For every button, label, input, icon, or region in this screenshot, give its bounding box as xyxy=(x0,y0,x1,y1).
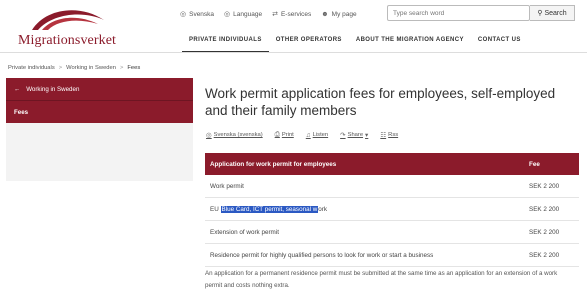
globe-icon: ◎ xyxy=(206,132,212,139)
breadcrumb: Private individuals > Working in Sweden … xyxy=(8,65,140,71)
fee-table-header-application: Application for work permit for employee… xyxy=(205,153,524,175)
utility-link-e-services[interactable]: ⇄ E-services xyxy=(272,10,311,19)
migrationsverket-logo[interactable]: Migrationsverket xyxy=(10,6,160,50)
caret-down-icon: ▾ xyxy=(365,132,369,139)
globe-icon: ◎ xyxy=(180,11,187,18)
globe-icon: ◎ xyxy=(224,11,231,18)
breadcrumb-working-in-sweden[interactable]: Working in Sweden xyxy=(66,65,116,71)
share-bar-print[interactable]: ⎙ Print xyxy=(275,131,294,139)
fee-table-cell-fee: SEK 2 200 xyxy=(524,243,579,267)
utility-link-language[interactable]: ◎ Language xyxy=(224,10,262,19)
breadcrumb-private-individuals[interactable]: Private individuals xyxy=(8,65,55,71)
rss-icon: ☷ xyxy=(380,132,387,139)
search-input[interactable] xyxy=(387,5,530,21)
fee-table-cell-application: Extension of work permit xyxy=(205,220,524,244)
nav-about-migration-agency[interactable]: ABOUT THE MIGRATION AGENCY xyxy=(349,37,471,53)
share-bar: ◎ Svenska (svenska) ⎙ Print ♫ Listen ↷ S… xyxy=(206,131,398,139)
fee-table-cell-fee: SEK 2 200 xyxy=(524,197,579,221)
side-nav-background xyxy=(6,123,193,181)
fee-table-header-fee: Fee xyxy=(524,153,579,175)
fee-table-cell-fee: SEK 2 200 xyxy=(524,220,579,244)
utility-link-my-page[interactable]: ☻ My page xyxy=(321,10,356,18)
fee-table-cell-fee: SEK 2 200 xyxy=(524,175,579,198)
share-bar-language[interactable]: ◎ Svenska (svenska) xyxy=(206,131,263,139)
table-row: Residence permit for highly qualified pe… xyxy=(205,243,579,267)
table-row: Extension of work permit SEK 2 200 xyxy=(205,220,579,244)
arrow-left-icon: ← xyxy=(14,85,21,93)
permanent-residence-note: An application for a permanent residence… xyxy=(205,270,558,289)
fee-table-cell-application: Work permit xyxy=(205,175,524,198)
fee-table-header-row: Application for work permit for employee… xyxy=(205,153,579,175)
search-icon: ⚲ xyxy=(537,10,543,17)
share-bar-rss[interactable]: ☷ Rss xyxy=(380,131,398,139)
breadcrumb-separator: > xyxy=(119,65,124,71)
side-nav-back-working-in-sweden[interactable]: ← Working in Sweden xyxy=(6,78,193,100)
fee-table: Application for work permit for employee… xyxy=(205,153,579,267)
selected-text: Blue Card, ICT permit, seasonal w xyxy=(220,205,319,213)
nav-contact-us[interactable]: CONTACT US xyxy=(471,37,528,53)
table-row: EU Blue Card, ICT permit, seasonal work … xyxy=(205,197,579,221)
speaker-icon: ♫ xyxy=(305,131,311,139)
nav-private-individuals[interactable]: PRIVATE INDIVIDUALS xyxy=(182,37,269,53)
arrows-icon: ⇄ xyxy=(272,11,278,18)
side-nav: ← Working in Sweden Fees xyxy=(6,78,193,181)
utility-links: ◎ Svenska ◎ Language ⇄ E-services ☻ My p… xyxy=(180,10,357,19)
fee-table-cell-application: EU Blue Card, ICT permit, seasonal work xyxy=(205,197,524,221)
print-icon: ⎙ xyxy=(274,131,280,138)
nav-other-operators[interactable]: OTHER OPERATORS xyxy=(269,37,349,53)
search-button[interactable]: ⚲ Search xyxy=(530,5,575,21)
logo-mark-icon xyxy=(32,10,104,30)
header-divider xyxy=(0,52,587,53)
fee-table-cell-application: Residence permit for highly qualified pe… xyxy=(205,243,524,267)
share-icon: ↷ xyxy=(340,132,346,139)
side-nav-item-fees[interactable]: Fees xyxy=(6,100,193,123)
share-bar-share[interactable]: ↷ Share ▾ xyxy=(340,131,368,139)
main-nav: PRIVATE INDIVIDUALS OTHER OPERATORS ABOU… xyxy=(182,37,528,53)
breadcrumb-separator: > xyxy=(58,65,63,71)
breadcrumb-current-fees: Fees xyxy=(127,65,141,71)
utility-link-svenska[interactable]: ◎ Svenska xyxy=(180,10,214,19)
logo-wordmark: Migrationsverket xyxy=(18,33,117,48)
table-row: Work permit SEK 2 200 xyxy=(205,175,579,198)
user-icon: ☻ xyxy=(321,10,329,18)
share-bar-listen[interactable]: ♫ Listen xyxy=(306,131,328,139)
page-title: Work permit application fees for employe… xyxy=(205,86,556,118)
